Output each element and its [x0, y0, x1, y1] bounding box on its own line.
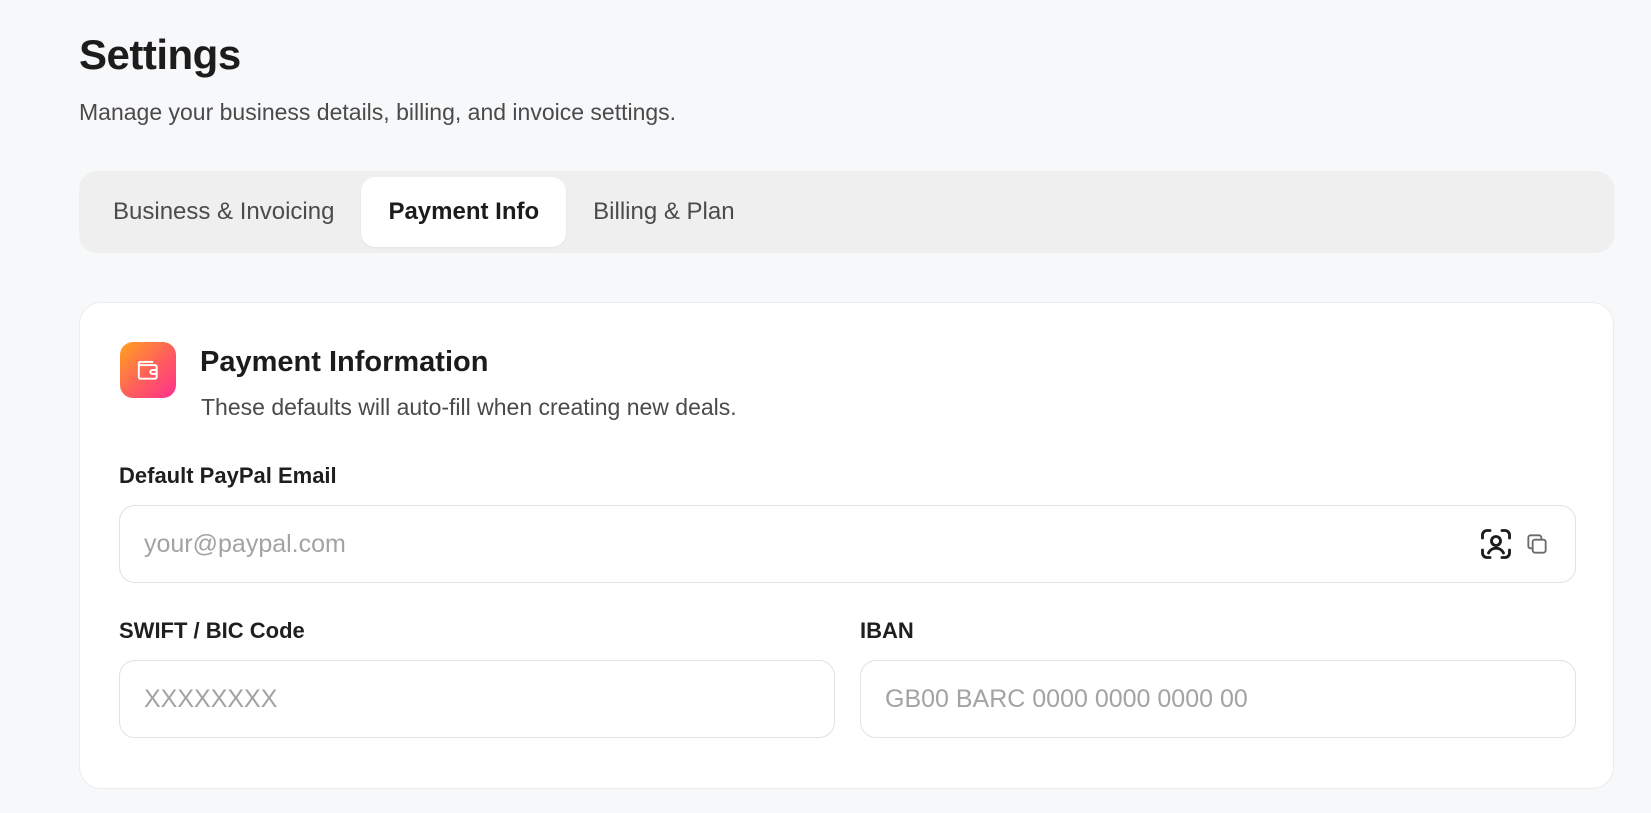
- paypal-email-input[interactable]: [119, 505, 1576, 583]
- paypal-email-field-wrapper: [119, 505, 1576, 583]
- iban-input[interactable]: [860, 660, 1576, 738]
- paypal-input-actions: [1478, 524, 1550, 564]
- tab-billing-plan[interactable]: Billing & Plan: [566, 177, 761, 247]
- paypal-email-label: Default PayPal Email: [119, 463, 337, 488]
- wallet-icon: [120, 342, 176, 398]
- swift-bic-label: SWIFT / BIC Code: [119, 618, 305, 643]
- page-title: Settings: [79, 31, 241, 78]
- payment-information-card: Payment Information These defaults will …: [79, 302, 1614, 789]
- tab-payment-info[interactable]: Payment Info: [361, 177, 567, 247]
- swift-bic-input[interactable]: [119, 660, 835, 738]
- copy-icon[interactable]: [1524, 531, 1550, 557]
- page-subtitle: Manage your business details, billing, a…: [79, 99, 677, 125]
- card-title: Payment Information: [200, 346, 489, 378]
- settings-tabs: Business & Invoicing Payment Info Billin…: [79, 171, 1614, 253]
- iban-label: IBAN: [860, 618, 914, 643]
- card-subtitle: These defaults will auto-fill when creat…: [201, 394, 737, 420]
- tab-business-invoicing[interactable]: Business & Invoicing: [86, 177, 361, 247]
- contact-scan-icon[interactable]: [1478, 526, 1514, 562]
